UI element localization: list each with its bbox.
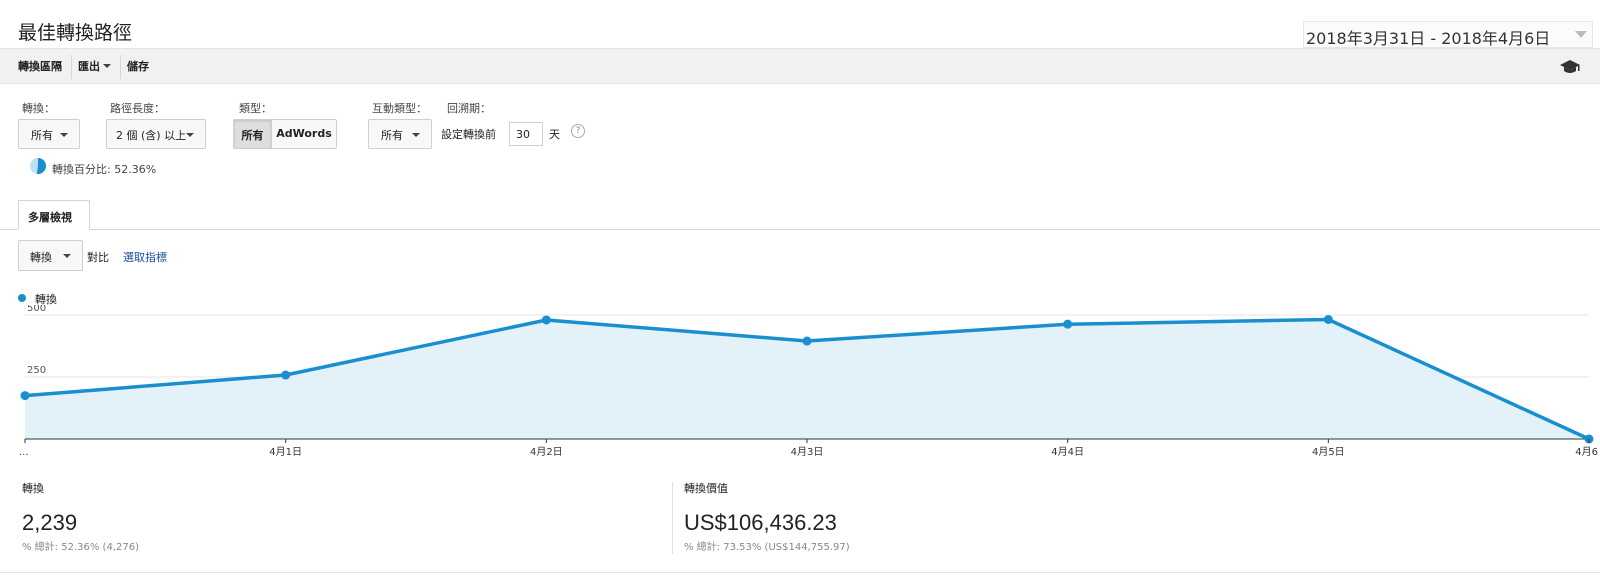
x-tick-label: ... xyxy=(19,447,29,458)
select-metric-link[interactable]: 選取指標 xyxy=(123,249,167,265)
x-tick-label: 4月3日 xyxy=(791,446,824,458)
y-tick-label: 500 xyxy=(27,305,46,314)
summary-total: % 總計: 73.53% (US$144,755.97) xyxy=(684,542,850,553)
data-point xyxy=(541,315,551,325)
data-point xyxy=(802,336,812,346)
chevron-down-icon xyxy=(103,64,111,68)
graduation-cap-icon[interactable] xyxy=(1559,59,1581,75)
lookback-suffix: 天 xyxy=(549,128,560,141)
x-tick-label: 4月6 xyxy=(1575,446,1598,458)
date-range-picker[interactable]: 2018年3月31日 - 2018年4月6日 xyxy=(1303,21,1593,48)
type-toggle: 所有 AdWords xyxy=(233,119,337,149)
data-point xyxy=(20,391,30,401)
vs-label: 對比 xyxy=(87,251,109,264)
interaction-type-dropdown[interactable]: 所有 xyxy=(368,119,432,149)
x-tick-label: 4月4日 xyxy=(1051,446,1084,458)
summary-value: 2,239 xyxy=(22,510,78,535)
toolbar-divider xyxy=(120,55,121,79)
data-point xyxy=(281,370,291,380)
page: 最佳轉換路徑 2018年3月31日 - 2018年4月6日 轉換區隔 匯出 儲存… xyxy=(0,0,1600,581)
path-length-dropdown[interactable]: 2 個 (含) 以上 xyxy=(106,119,206,149)
lookback-days-input[interactable] xyxy=(509,122,543,146)
lookback-prefix: 設定轉換前 xyxy=(441,128,496,141)
data-point xyxy=(1323,314,1333,324)
chevron-down-icon xyxy=(186,133,194,137)
page-title: 最佳轉換路徑 xyxy=(18,22,133,44)
conversion-filter-label: 轉換： xyxy=(22,102,55,115)
report-header: 最佳轉換路徑 2018年3月31日 - 2018年4月6日 xyxy=(0,6,1600,48)
tab-multi-channel-view[interactable]: 多層檢視 xyxy=(18,200,90,230)
summary-conversion-value: 轉換價值 US$106,436.23 % 總計: 73.53% (US$144,… xyxy=(684,480,850,553)
x-tick-label: 4月5日 xyxy=(1312,446,1345,458)
summary-label: 轉換價值 xyxy=(684,482,728,495)
conversion-dropdown[interactable]: 所有 xyxy=(18,119,80,149)
conversion-percentage: 轉換百分比: 52.36% xyxy=(52,163,157,176)
summary-label: 轉換 xyxy=(22,482,44,495)
metric-dropdown-value: 轉換 xyxy=(30,251,52,264)
chevron-down-icon xyxy=(60,133,68,137)
chevron-down-icon xyxy=(412,133,420,137)
legend-marker xyxy=(18,294,26,302)
conversions-chart: 500 250... 4月1日 4月2日 4月3日 4月4日 4月5日 4月6 xyxy=(0,305,1600,465)
x-tick-label: 4月1日 xyxy=(269,446,302,458)
lookback-window-label: 回溯期： xyxy=(447,102,491,115)
interaction-type-dropdown-value: 所有 xyxy=(381,129,403,142)
summary-divider xyxy=(672,482,673,554)
summary-conversions: 轉換 2,239 % 總計: 52.36% (4,276) xyxy=(22,480,139,553)
interaction-type-filter-label: 互動類型： xyxy=(372,102,427,115)
conversion-dropdown-value: 所有 xyxy=(31,129,53,142)
metric-dropdown[interactable]: 轉換 xyxy=(18,240,83,271)
pie-chart-icon xyxy=(30,157,47,174)
save-button[interactable]: 儲存 xyxy=(127,58,149,76)
export-label: 匯出 xyxy=(78,60,100,73)
y-tick-label: 250 xyxy=(27,365,46,376)
chevron-down-icon xyxy=(1575,31,1587,38)
path-length-dropdown-value: 2 個 (含) 以上 xyxy=(116,129,187,142)
type-option-all[interactable]: 所有 xyxy=(234,120,272,148)
toolbar-divider xyxy=(71,55,72,79)
export-button[interactable]: 匯出 xyxy=(78,58,111,76)
path-length-filter-label: 路徑長度： xyxy=(110,102,165,115)
type-filter-label: 類型： xyxy=(239,102,272,115)
help-icon[interactable]: ? xyxy=(571,124,585,138)
summary-total: % 總計: 52.36% (4,276) xyxy=(22,542,139,553)
bottom-divider xyxy=(0,572,1600,573)
chart-canvas: 500 250... 4月1日 4月2日 4月3日 4月4日 4月5日 4月6 xyxy=(19,305,1598,458)
chevron-down-icon xyxy=(63,254,71,258)
summary-value: US$106,436.23 xyxy=(684,510,837,535)
x-tick-label: 4月2日 xyxy=(530,446,563,458)
date-range-label: 2018年3月31日 - 2018年4月6日 xyxy=(1306,29,1551,48)
tab-divider xyxy=(0,229,1600,230)
report-toolbar: 轉換區隔 匯出 儲存 xyxy=(0,48,1600,84)
conversion-segments-button[interactable]: 轉換區隔 xyxy=(18,58,62,76)
data-point xyxy=(1063,319,1073,329)
type-option-adwords[interactable]: AdWords xyxy=(272,120,336,148)
